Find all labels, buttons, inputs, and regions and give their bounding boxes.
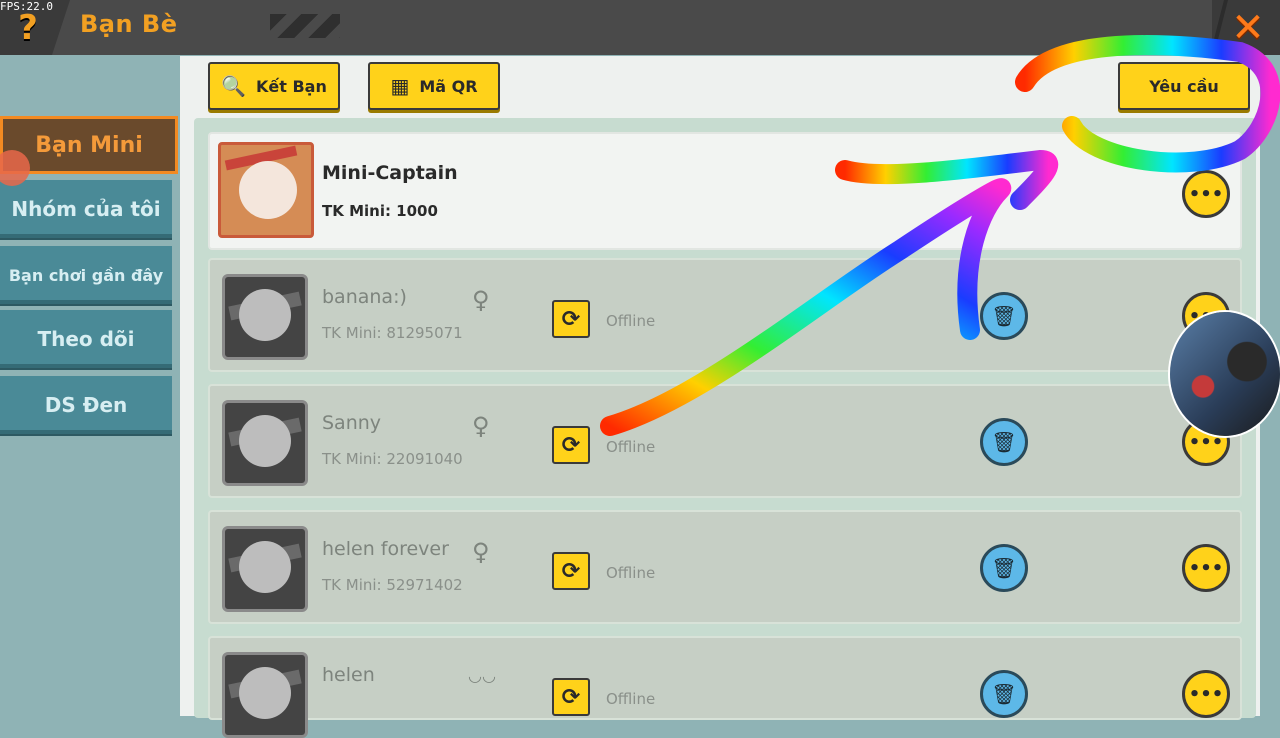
female-icon: ♀ [472,538,490,566]
status-text: Offline [606,564,656,582]
chat-button[interactable]: ••• [1182,670,1230,718]
friend-row[interactable]: helen forever ♀ TK Mini: 52971402 ⟳ Offl… [208,510,1242,624]
avatar[interactable] [222,274,308,360]
fps-counter: FPS:22.0 [0,0,53,13]
trash-icon: 🗑 [991,304,1017,328]
chat-icon: ••• [1188,557,1224,579]
close-icon: ✕ [1231,5,1265,51]
avatar[interactable] [222,400,308,486]
avatar[interactable] [222,526,308,612]
trash-icon: 🗑 [991,682,1017,706]
friend-id: TK Mini: 22091040 [322,450,463,468]
requests-label: Yêu cầu [1149,76,1219,96]
sidebar-item-follow[interactable]: Theo dõi [0,310,172,368]
qr-icon: ▦ [390,74,410,98]
friend-row[interactable]: helen ◡◡ ⟳ Offline 🗑 ••• [208,636,1242,738]
chat-button[interactable]: ••• [1182,170,1230,218]
question-icon: ? [18,8,38,48]
floating-avatar-bubble[interactable] [1170,312,1280,436]
delete-button[interactable]: 🗑 [980,544,1028,592]
status-text: Offline [606,438,656,456]
avatar-face [239,289,291,341]
chat-icon: ••• [1188,683,1224,705]
refresh-button[interactable]: ⟳ [552,552,590,590]
sidebar-item-blacklist[interactable]: DS Đen [0,376,172,434]
refresh-icon: ⟳ [561,684,581,710]
trash-icon: 🗑 [991,556,1017,580]
sidebar-item-label: Bạn Mini [35,132,143,158]
close-button[interactable]: ✕ [1226,5,1270,51]
top-bar [0,0,1280,55]
chat-button[interactable]: ••• [1182,544,1230,592]
qr-button[interactable]: ▦ Mã QR [368,62,500,110]
sidebar-item-label: DS Đen [44,393,128,417]
friend-name: Sanny [322,412,382,434]
female-icon: ♀ [472,286,490,314]
female-icon: ♀ [472,412,490,440]
top-bar-bg [52,0,1212,55]
mask-icon: ◡◡ [468,666,496,685]
friend-row-mini-captain[interactable]: Mini-Captain TK Mini: 1000 ••• [208,132,1242,250]
sidebar-item-nhom[interactable]: Nhóm của tôi [0,180,172,238]
friend-name: Mini-Captain [322,162,458,184]
delete-button[interactable]: 🗑 [980,418,1028,466]
refresh-button[interactable]: ⟳ [552,426,590,464]
sidebar-item-label: Theo dõi [37,327,135,351]
status-text: Offline [606,690,656,708]
add-friend-button[interactable]: 🔍 Kết Bạn [208,62,340,110]
refresh-button[interactable]: ⟳ [552,678,590,716]
avatar-face [239,541,291,593]
qr-label: Mã QR [419,76,478,96]
delete-button[interactable]: 🗑 [980,292,1028,340]
refresh-icon: ⟳ [561,558,581,584]
refresh-icon: ⟳ [561,306,581,332]
avatar-face [239,667,291,719]
refresh-button[interactable]: ⟳ [552,300,590,338]
sidebar-item-label: Bạn chơi gần đây [8,265,164,285]
friend-id: TK Mini: 52971402 [322,576,463,594]
page-title: Bạn Bè [80,10,178,38]
friend-name: helen forever [322,538,449,560]
friend-name: banana:) [322,286,407,308]
friend-name: helen [322,664,375,686]
avatar[interactable] [218,142,314,238]
avatar-face [239,415,291,467]
avatar-face [239,161,297,219]
search-icon: 🔍 [221,74,247,98]
add-friend-label: Kết Bạn [256,76,327,96]
chat-icon: ••• [1188,183,1224,205]
friend-id: TK Mini: 1000 [322,202,438,220]
avatar[interactable] [222,652,308,738]
sidebar-item-recent[interactable]: Bạn chơi gần đây [0,246,172,304]
delete-button[interactable]: 🗑 [980,670,1028,718]
refresh-icon: ⟳ [561,432,581,458]
top-bar-decoration [270,14,340,38]
sidebar-item-label: Nhóm của tôi [11,197,161,221]
friend-row[interactable]: Sanny ♀ TK Mini: 22091040 ⟳ Offline 🗑 ••… [208,384,1242,498]
status-text: Offline [606,312,656,330]
friend-id: TK Mini: 81295071 [322,324,463,342]
trash-icon: 🗑 [991,430,1017,454]
friend-row[interactable]: banana:) ♀ TK Mini: 81295071 ⟳ Offline 🗑… [208,258,1242,372]
requests-button[interactable]: Yêu cầu [1118,62,1250,110]
